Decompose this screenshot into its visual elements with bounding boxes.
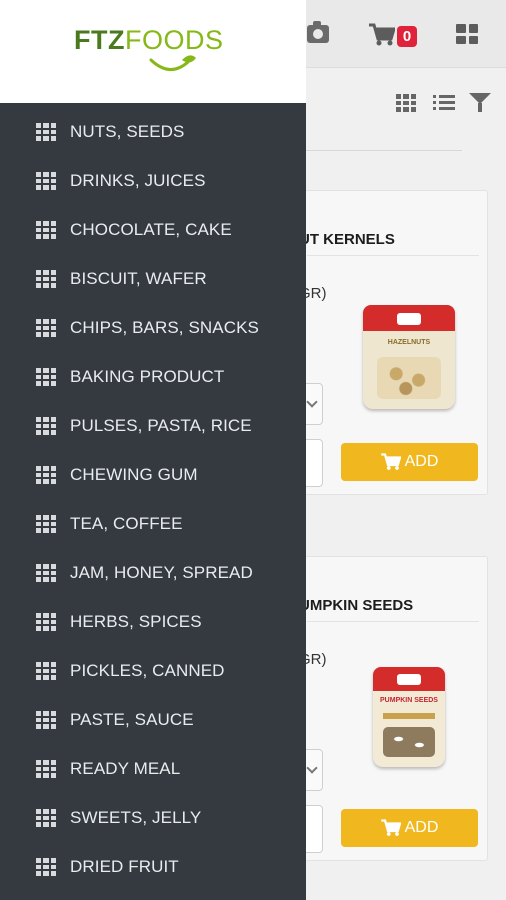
menu-item-label: JAM, HONEY, SPREAD bbox=[70, 563, 253, 582]
category-grid-icon bbox=[36, 515, 56, 533]
menu-item-label: NUTS, SEEDS bbox=[70, 122, 185, 141]
pack-label: HAZELNUTS bbox=[387, 339, 431, 346]
divider bbox=[307, 621, 479, 622]
product-image[interactable]: HAZELNUTS bbox=[363, 305, 455, 409]
menu-item-label: BISCUIT, WAFER bbox=[70, 269, 207, 288]
menu-item-chocolate-cake[interactable]: CHOCOLATE, CAKE bbox=[0, 208, 306, 252]
menu-item-label: TEA, COFFEE bbox=[70, 514, 183, 533]
menu-item-label: CHOCOLATE, CAKE bbox=[70, 220, 232, 239]
product-title[interactable]: UMPKIN SEEDS bbox=[299, 597, 413, 614]
menu-item-label: HERBS, SPICES bbox=[70, 612, 202, 631]
brand-logo[interactable]: FTZFOODS bbox=[74, 24, 224, 56]
menu-item-baking-product[interactable]: BAKING PRODUCT bbox=[0, 355, 306, 399]
divider bbox=[306, 150, 462, 151]
menu-item-label: PASTE, SAUCE bbox=[70, 710, 194, 729]
menu-item-dried-fruit[interactable]: DRIED FRUIT bbox=[0, 845, 306, 889]
menu-item-sweets-jelly[interactable]: SWEETS, JELLY bbox=[0, 796, 306, 840]
menu-item-paste-sauce[interactable]: PASTE, SAUCE bbox=[0, 698, 306, 742]
menu-item-label: SWEETS, JELLY bbox=[70, 808, 202, 827]
menu-item-label: PULSES, PASTA, RICE bbox=[70, 416, 252, 435]
menu-item-label: DRINKS, JUICES bbox=[70, 171, 206, 190]
menu-item-jam-honey-spread[interactable]: JAM, HONEY, SPREAD bbox=[0, 551, 306, 595]
cart-icon bbox=[380, 819, 401, 836]
menu-item-label: CHEWING GUM bbox=[70, 465, 198, 484]
navigation-drawer: FTZFOODS NUTS, SEEDS DRINKS, JUICES CHOC… bbox=[0, 0, 306, 900]
menu-item-chips-bars-snacks[interactable]: CHIPS, BARS, SNACKS bbox=[0, 306, 306, 350]
camera-icon[interactable] bbox=[307, 21, 329, 43]
logo-text-ftz: FTZ bbox=[74, 25, 125, 55]
category-grid-icon bbox=[36, 760, 56, 778]
add-button-label: ADD bbox=[404, 453, 439, 470]
menu-item-drinks-juices[interactable]: DRINKS, JUICES bbox=[0, 159, 306, 203]
category-grid-icon bbox=[36, 319, 56, 337]
pack-label: PUMPKIN SEEDS bbox=[380, 697, 438, 704]
menu-item-tea-coffee[interactable]: TEA, COFFEE bbox=[0, 502, 306, 546]
menu-item-pickles-canned[interactable]: PICKLES, CANNED bbox=[0, 649, 306, 693]
category-grid-icon bbox=[36, 662, 56, 680]
grid-view-icon[interactable] bbox=[396, 94, 416, 112]
menu-item-ready-meal[interactable]: READY MEAL bbox=[0, 747, 306, 791]
category-grid-icon bbox=[36, 417, 56, 435]
menu-item-pulses-pasta-rice[interactable]: PULSES, PASTA, RICE bbox=[0, 404, 306, 448]
menu-item-label: DRIED FRUIT bbox=[70, 857, 179, 876]
category-grid-icon bbox=[36, 123, 56, 141]
product-card: UMPKIN SEEDS GR) PUMPKIN SEEDS ADD bbox=[271, 556, 488, 861]
menu-item-label: CHIPS, BARS, SNACKS bbox=[70, 318, 259, 337]
add-to-cart-button[interactable]: ADD bbox=[341, 443, 478, 481]
list-view-icon[interactable] bbox=[433, 95, 455, 111]
category-grid-icon bbox=[36, 809, 56, 827]
logo-text-foods: FOODS bbox=[124, 25, 224, 55]
menu-item-label: READY MEAL bbox=[70, 759, 181, 778]
menu-item-label: BAKING PRODUCT bbox=[70, 367, 225, 386]
category-grid-icon bbox=[36, 711, 56, 729]
product-image[interactable]: PUMPKIN SEEDS bbox=[373, 667, 445, 767]
menu-item-herbs-spices[interactable]: HERBS, SPICES bbox=[0, 600, 306, 644]
drawer-header: FTZFOODS bbox=[0, 0, 306, 103]
view-toolbar bbox=[306, 86, 506, 122]
cart-count-badge: 0 bbox=[397, 26, 417, 47]
category-grid-icon bbox=[36, 270, 56, 288]
category-grid-icon bbox=[36, 613, 56, 631]
category-grid-icon bbox=[36, 564, 56, 582]
menu-item-biscuit-wafer[interactable]: BISCUIT, WAFER bbox=[0, 257, 306, 301]
logo-swoosh-icon bbox=[149, 55, 196, 71]
category-grid-icon bbox=[36, 466, 56, 484]
divider bbox=[307, 255, 479, 256]
menu-item-chewing-gum[interactable]: CHEWING GUM bbox=[0, 453, 306, 497]
category-grid-icon bbox=[36, 172, 56, 190]
add-to-cart-button[interactable]: ADD bbox=[341, 809, 478, 847]
category-grid-icon bbox=[36, 221, 56, 239]
category-grid-icon bbox=[36, 858, 56, 876]
filter-icon[interactable] bbox=[469, 93, 491, 112]
grid-view-icon[interactable] bbox=[456, 24, 478, 44]
menu-item-nuts-seeds[interactable]: NUTS, SEEDS bbox=[0, 110, 306, 154]
product-card: UT KERNELS GR) HAZELNUTS ADD bbox=[271, 190, 488, 495]
category-grid-icon bbox=[36, 368, 56, 386]
add-button-label: ADD bbox=[404, 819, 439, 836]
menu-item-label: PICKLES, CANNED bbox=[70, 661, 225, 680]
product-title[interactable]: UT KERNELS bbox=[299, 231, 395, 248]
cart-icon[interactable] bbox=[369, 23, 395, 47]
cart-icon bbox=[380, 453, 401, 470]
